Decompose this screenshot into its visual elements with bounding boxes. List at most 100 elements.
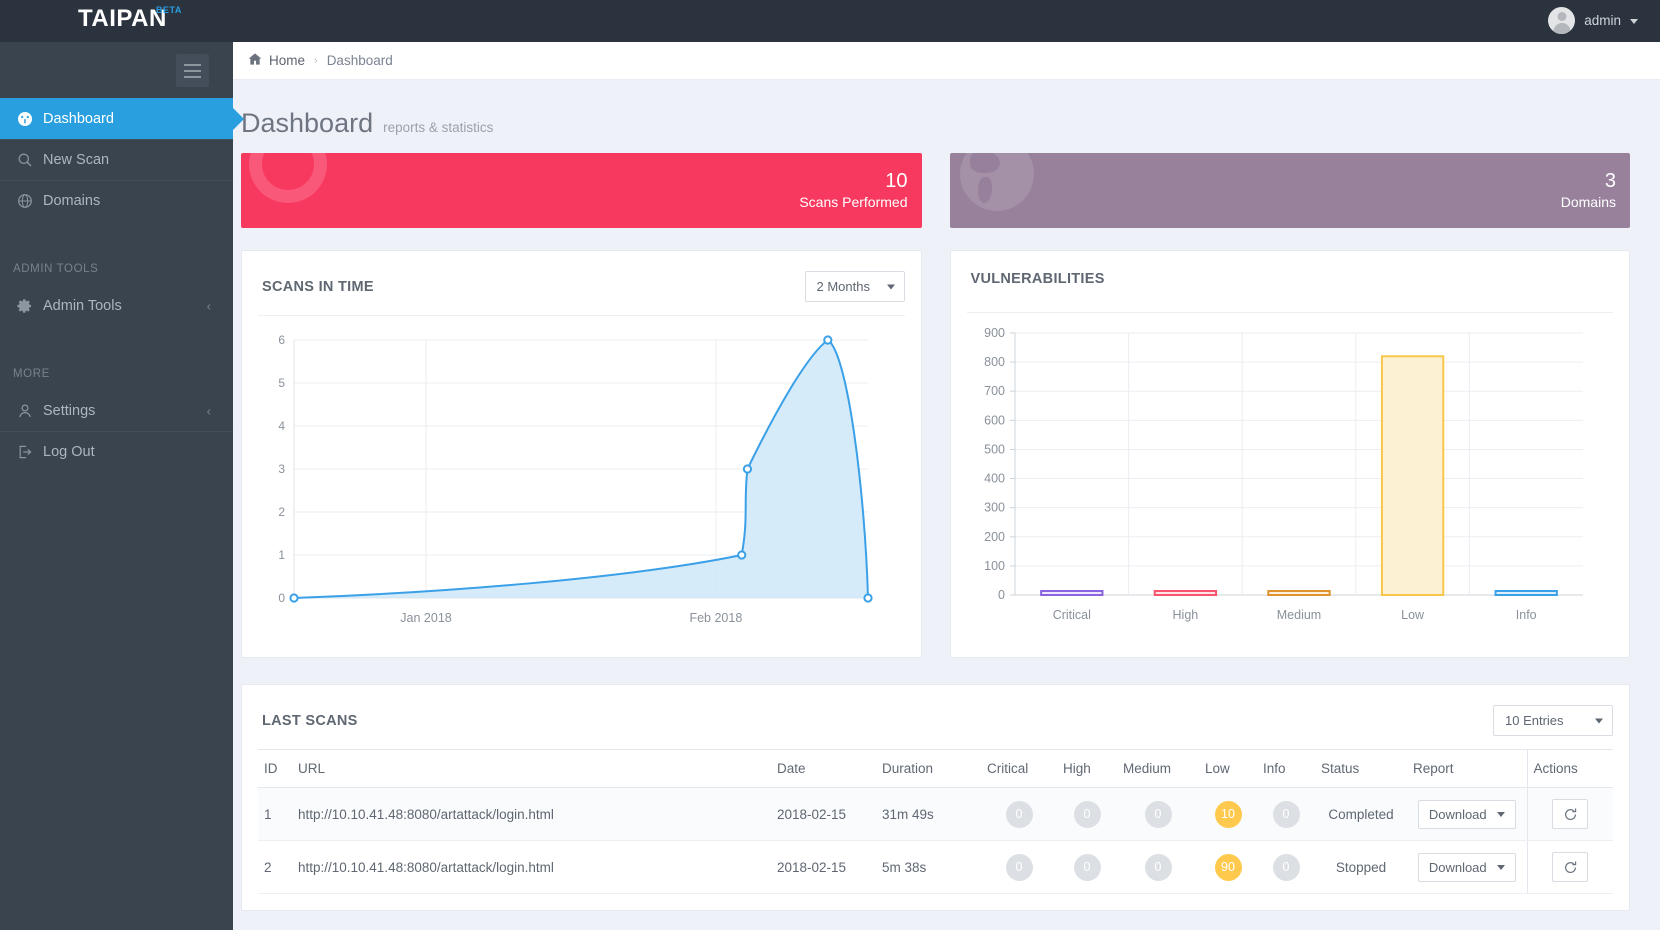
chevron-left-icon: ‹ [206, 298, 211, 313]
cell-high: 0 [1057, 840, 1117, 894]
severity-badge-critical: 0 [1005, 800, 1033, 828]
scans-panel-title: SCANS IN TIME [262, 278, 374, 295]
col-critical[interactable]: Critical [981, 749, 1057, 788]
stat-label: Domains [1560, 193, 1616, 210]
sidebar: Dashboard New Scan Domains ADMIN TOOLS A… [0, 42, 244, 930]
sidebar-item-label: Admin Tools [43, 297, 122, 314]
cell-id: 1 [258, 787, 292, 841]
download-button[interactable]: Download [1417, 799, 1516, 829]
rescan-button[interactable] [1552, 799, 1589, 829]
top-bar: TAIPAN BETA admin [0, 0, 1660, 42]
home-icon [248, 52, 262, 69]
sidebar-item-dashboard[interactable]: Dashboard [0, 98, 244, 139]
svg-text:0: 0 [278, 591, 285, 605]
download-label: Download [1428, 859, 1487, 875]
hamburger-bar [184, 69, 201, 72]
cell-actions [1526, 787, 1613, 841]
last-scans-title: LAST SCANS [262, 712, 358, 729]
sidebar-item-admin-tools[interactable]: Admin Tools ‹ [0, 285, 233, 326]
col-actions[interactable]: Actions [1526, 749, 1613, 788]
globe-icon [17, 193, 39, 209]
sidebar-item-domains[interactable]: Domains [0, 180, 233, 221]
svg-text:500: 500 [984, 442, 1005, 456]
cell-low: 90 [1199, 840, 1257, 894]
refresh-icon [1564, 808, 1576, 820]
severity-badge-critical: 0 [1005, 853, 1033, 881]
sidebar-header [0, 42, 233, 98]
cell-status: Stopped [1315, 840, 1407, 894]
col-medium[interactable]: Medium [1117, 749, 1199, 788]
rescan-button[interactable] [1552, 852, 1589, 882]
col-low[interactable]: Low [1199, 749, 1257, 788]
col-id[interactable]: ID [258, 749, 292, 788]
user-icon [17, 403, 39, 419]
cell-status: Completed [1315, 787, 1407, 841]
user-menu[interactable]: admin [1548, 7, 1638, 34]
col-status[interactable]: Status [1315, 749, 1407, 788]
cell-duration: 31m 49s [876, 787, 981, 841]
avatar [1548, 7, 1576, 34]
stat-card-domains[interactable]: 3 Domains [949, 153, 1630, 228]
app-logo[interactable]: TAIPAN [78, 5, 167, 33]
sidebar-item-settings[interactable]: Settings ‹ [0, 390, 233, 431]
vuln-panel-header: VULNERABILITIES [951, 251, 1630, 300]
chevron-down-icon [1496, 864, 1505, 870]
vuln-panel-title: VULNERABILITIES [970, 271, 1105, 287]
page-header: Dashboard reports & statistics [233, 80, 1660, 153]
sidebar-item-label: Settings [43, 402, 96, 419]
svg-text:100: 100 [984, 559, 1005, 573]
stat-card-scans-performed[interactable]: 10 Scans Performed [241, 153, 922, 228]
page-subtitle: reports & statistics [383, 120, 494, 135]
table-row[interactable]: 2 http://10.10.41.48:8080/artattack/logi… [258, 840, 1613, 894]
dashboard-gauge-icon [17, 111, 39, 127]
breadcrumb-home[interactable]: Home [248, 52, 305, 69]
sidebar-section-more: MORE [13, 368, 50, 380]
scans-panel-header: SCANS IN TIME 2 Months [242, 251, 921, 315]
cell-id: 2 [258, 840, 292, 894]
svg-text:900: 900 [984, 326, 1005, 340]
sidebar-item-new-scan[interactable]: New Scan [0, 139, 233, 180]
entries-select[interactable]: 10 Entries [1493, 705, 1613, 736]
cell-report: Download [1407, 840, 1527, 894]
svg-text:5: 5 [278, 376, 285, 390]
last-scans-panel: LAST SCANS 10 Entries ID URL Date Durati… [241, 684, 1630, 911]
page-title: Dashboard [241, 108, 374, 138]
col-date[interactable]: Date [771, 749, 876, 788]
svg-text:300: 300 [984, 501, 1005, 515]
chevron-down-icon [1496, 811, 1505, 817]
col-report[interactable]: Report [1407, 749, 1527, 788]
breadcrumb-home-label: Home [269, 53, 306, 68]
svg-text:4: 4 [278, 419, 285, 433]
svg-text:Jan 2018: Jan 2018 [400, 611, 451, 625]
severity-badge-low: 90 [1214, 853, 1242, 881]
sidebar-item-label: Log Out [43, 444, 95, 460]
col-duration[interactable]: Duration [876, 749, 981, 788]
svg-text:0: 0 [998, 588, 1005, 602]
vulnerabilities-chart: 0 100 200 300 400 500 600 700 800 900 Critical High… [951, 313, 1630, 654]
table-body: 1 http://10.10.41.48:8080/artattack/logi… [258, 787, 1613, 894]
col-high[interactable]: High [1057, 749, 1117, 788]
donut-icon [249, 153, 327, 203]
cell-url: http://10.10.41.48:8080/artattack/login.… [292, 787, 771, 841]
hamburger-bar [184, 63, 201, 66]
cell-date: 2018-02-15 [771, 787, 876, 841]
scans-in-time-chart: 0 1 2 3 4 5 6 Jan 2018 Feb 2018 [242, 316, 921, 657]
col-url[interactable]: URL [292, 749, 771, 788]
download-button[interactable]: Download [1417, 852, 1516, 882]
col-info[interactable]: Info [1257, 749, 1315, 788]
svg-text:2: 2 [278, 505, 285, 519]
breadcrumb-separator: › [314, 54, 318, 67]
sidebar-item-log-out[interactable]: Log Out [0, 431, 233, 472]
severity-badge-info: 0 [1272, 800, 1300, 828]
chevron-down-icon [1595, 718, 1603, 723]
severity-badge-low: 10 [1214, 800, 1242, 828]
time-range-select[interactable]: 2 Months [804, 271, 905, 302]
cell-duration: 5m 38s [876, 840, 981, 894]
menu-toggle-button[interactable] [176, 54, 209, 87]
chevron-left-icon: ‹ [206, 403, 211, 418]
cell-info: 0 [1257, 840, 1315, 894]
time-range-value: 2 Months [816, 279, 870, 294]
table-row[interactable]: 1 http://10.10.41.48:8080/artattack/logi… [258, 787, 1613, 841]
main-content: Home › Dashboard Dashboard reports & sta… [233, 42, 1660, 930]
cell-medium: 0 [1117, 840, 1199, 894]
